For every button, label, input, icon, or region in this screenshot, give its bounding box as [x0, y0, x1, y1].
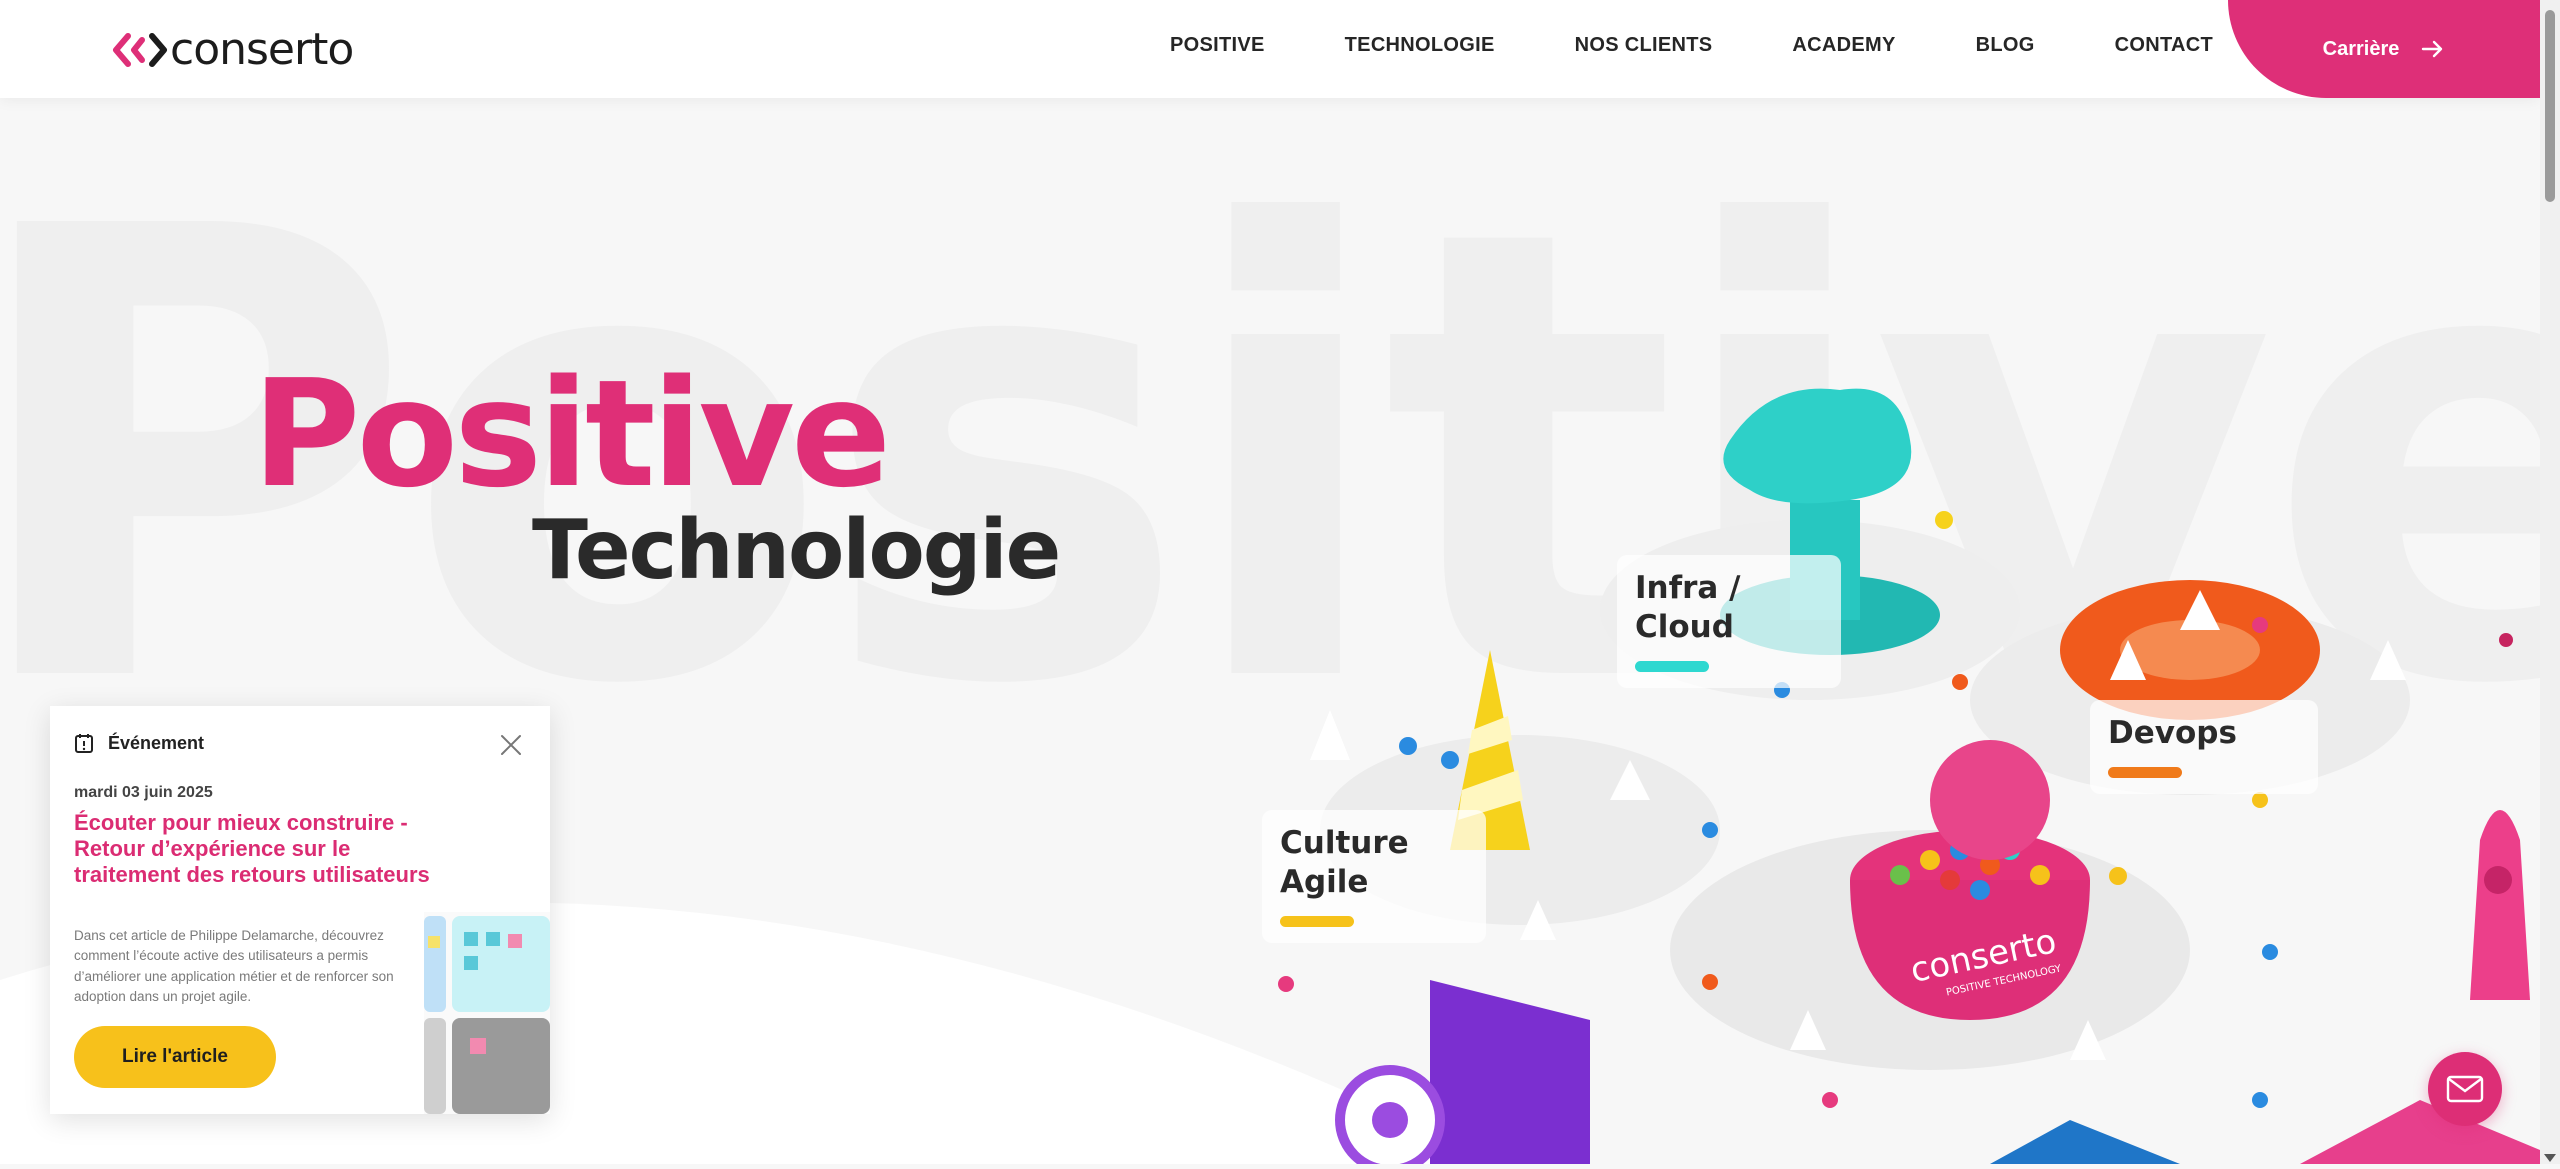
- tag-infra-cloud-label: Infra / Cloud: [1635, 570, 1741, 645]
- career-button[interactable]: Carrière: [2228, 0, 2540, 98]
- event-description: Dans cet article de Philippe Delamarche,…: [74, 928, 394, 1004]
- main-nav: POSITIVE TECHNOLOGIE NOS CLIENTS ACADEMY…: [1170, 34, 2293, 57]
- scroll-down-arrow-icon[interactable]: [2544, 1154, 2556, 1162]
- tag-devops[interactable]: Devops: [2090, 700, 2318, 794]
- event-category: Événement: [108, 732, 205, 753]
- event-card-header: Événement: [74, 732, 204, 754]
- tag-infra-cloud-bar: [1635, 660, 1709, 672]
- gear-tile-icon: [1990, 1120, 2180, 1164]
- nav-item-blog[interactable]: BLOG: [1976, 34, 2035, 57]
- nav-item-positive[interactable]: POSITIVE: [1170, 34, 1265, 57]
- arrow-right-icon: [2422, 40, 2443, 58]
- tag-devops-label: Devops: [2108, 715, 2237, 751]
- site-header: conserto POSITIVE TECHNOLOGIE NOS CLIENT…: [0, 0, 2540, 98]
- monitor-icon: [1430, 980, 1590, 1164]
- conserto-logo[interactable]: conserto: [112, 24, 354, 75]
- tag-culture-agile-bar: [1280, 915, 1354, 927]
- page-scrollbar[interactable]: [2540, 0, 2560, 1164]
- nav-item-nos-clients[interactable]: NOS CLIENTS: [1575, 34, 1713, 57]
- logo-text: conserto: [170, 24, 354, 75]
- tag-infra-cloud[interactable]: Infra / Cloud: [1617, 555, 1841, 688]
- envelope-icon: [2446, 1075, 2484, 1103]
- event-date: mardi 03 juin 2025: [74, 784, 213, 801]
- piggy-bank-icon: [1930, 740, 2050, 860]
- nav-item-academy[interactable]: ACADEMY: [1792, 34, 1895, 57]
- nav-item-technologie[interactable]: TECHNOLOGIE: [1345, 34, 1495, 57]
- logo-mark-icon: [113, 32, 167, 67]
- hero-illustration: conserto POSITIVE TECHNOLOGY Infra / Clo…: [1132, 360, 2540, 1169]
- isometric-scene: conserto POSITIVE TECHNOLOGY: [1132, 388, 2540, 1169]
- read-article-button[interactable]: Lire l'article: [74, 1026, 276, 1088]
- rocket-icon: [2470, 810, 2530, 1000]
- career-label: Carrière: [2322, 37, 2400, 60]
- scrollbar-thumb[interactable]: [2545, 10, 2555, 202]
- nav-item-contact[interactable]: CONTACT: [2115, 34, 2213, 57]
- event-card: Événement mardi 03 juin 2025 Écouter pou…: [50, 706, 550, 1114]
- tag-culture-agile-label: Culture Agile: [1280, 825, 1409, 900]
- event-title[interactable]: Écouter pour mieux construire - Retour d…: [74, 810, 434, 888]
- tag-devops-bar: [2108, 766, 2182, 778]
- cloud-icon: [1723, 388, 1912, 504]
- calendar-icon: [75, 734, 93, 753]
- event-thumbnail: [424, 912, 550, 1114]
- contact-mail-button[interactable]: [2428, 1052, 2502, 1126]
- close-icon[interactable]: [500, 734, 522, 756]
- tag-culture-agile[interactable]: Culture Agile: [1262, 810, 1486, 943]
- hero-title: Positive: [252, 348, 891, 520]
- hero-subtitle: Technologie: [532, 503, 1061, 598]
